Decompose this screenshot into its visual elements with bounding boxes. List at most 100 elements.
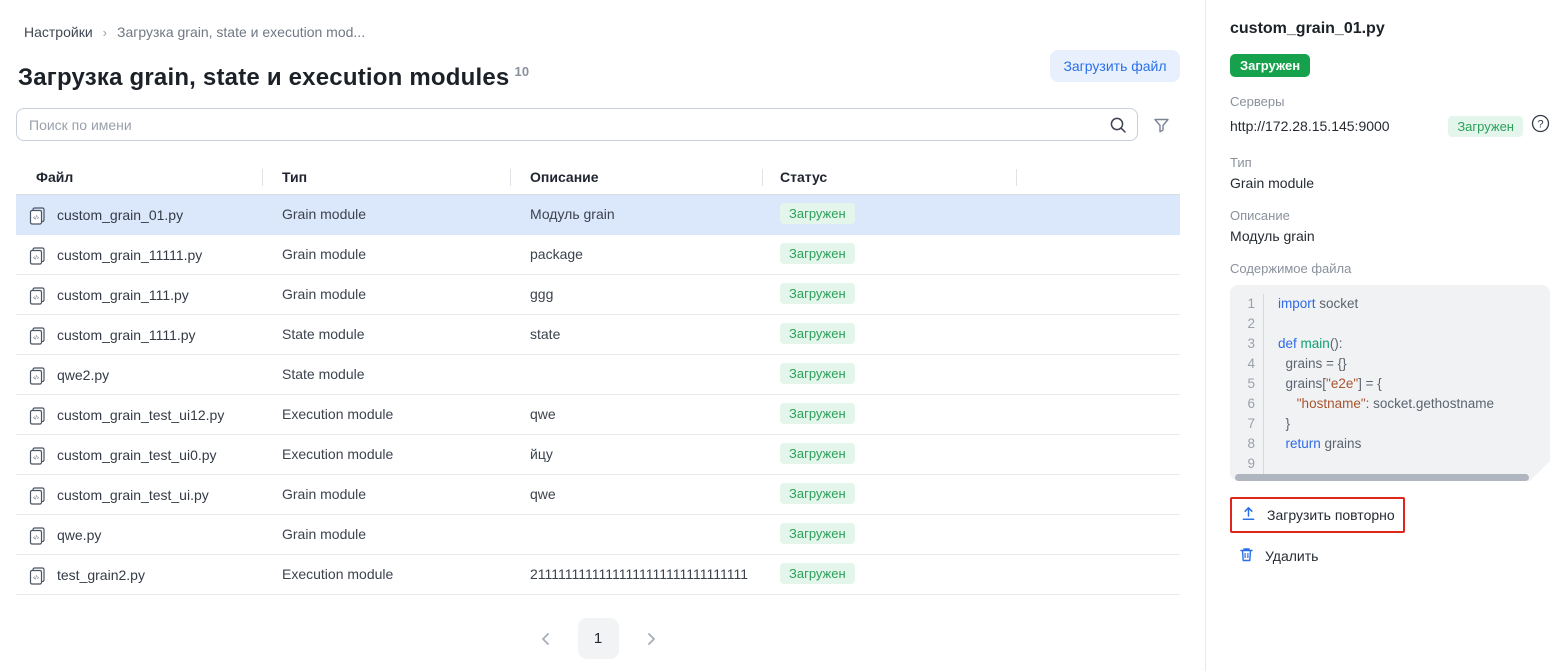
upload-file-button[interactable]: Загрузить файл (1050, 50, 1180, 82)
breadcrumb-settings[interactable]: Настройки (24, 24, 93, 40)
file-description: Модуль grain (530, 206, 615, 222)
column-divider (1016, 169, 1017, 186)
trash-icon (1238, 546, 1255, 566)
servers-label: Серверы (1230, 94, 1550, 109)
code-file-icon: ‹/› (28, 526, 47, 545)
code-text: "hostname": socket.gethostname (1264, 394, 1494, 414)
breadcrumb-current: Загрузка grain, state и execution mod... (117, 24, 365, 40)
delete-button[interactable]: Удалить (1230, 540, 1326, 572)
file-type: Grain module (282, 246, 366, 262)
search-bar (16, 108, 1138, 141)
code-file-icon: ‹/› (28, 566, 47, 585)
file-type: Grain module (282, 206, 366, 222)
reupload-button[interactable]: Загрузить повторно (1230, 497, 1405, 533)
code-horizontal-scrollbar[interactable] (1235, 474, 1529, 481)
file-name: custom_grain_111.py (57, 287, 189, 303)
file-name: custom_grain_test_ui.py (57, 487, 209, 503)
svg-text:‹/›: ‹/› (33, 534, 39, 541)
code-line: 6 "hostname": socket.gethostname (1230, 394, 1550, 414)
code-file-icon: ‹/› (28, 486, 47, 505)
status-badge: Загружен (780, 283, 855, 304)
svg-text:‹/›: ‹/› (33, 374, 39, 381)
svg-text:‹/›: ‹/› (33, 414, 39, 421)
code-line: 4 grains = {} (1230, 354, 1550, 374)
reupload-button-label: Загрузить повторно (1267, 507, 1395, 523)
table-row[interactable]: ‹/›custom_grain_111.pyGrain modulegggЗаг… (16, 275, 1180, 315)
status-badge: Загружен (780, 323, 855, 344)
search-icon[interactable] (1109, 116, 1127, 134)
line-number: 5 (1230, 374, 1264, 394)
table-header: Файл Тип Описание Статус (16, 160, 1180, 195)
code-file-icon: ‹/› (28, 206, 47, 225)
file-type: Grain module (282, 286, 366, 302)
svg-text:‹/›: ‹/› (33, 454, 39, 461)
table-row[interactable]: ‹/›custom_grain_1111.pyState modulestate… (16, 315, 1180, 355)
status-badge: Загружен (780, 563, 855, 584)
pagination-next-icon[interactable] (637, 625, 665, 653)
help-icon[interactable]: ? (1531, 114, 1550, 138)
type-label: Тип (1230, 155, 1550, 170)
code-line: 7 } (1230, 414, 1550, 434)
svg-text:‹/›: ‹/› (33, 214, 39, 221)
pagination-prev-icon[interactable] (532, 625, 560, 653)
code-text (1264, 314, 1278, 334)
status-badge: Загружен (780, 203, 855, 224)
description-label: Описание (1230, 208, 1550, 223)
column-divider (262, 169, 263, 186)
file-name: qwe2.py (57, 367, 109, 383)
line-number: 3 (1230, 334, 1264, 354)
server-url: http://172.28.15.145:9000 (1230, 118, 1448, 134)
table-row[interactable]: ‹/›custom_grain_test_ui12.pyExecution mo… (16, 395, 1180, 435)
table-row[interactable]: ‹/› custom_grain_01.py Grain module Модуль … (16, 195, 1180, 235)
code-lines: 1import socket23def main():4 grains = {}… (1230, 294, 1550, 474)
status-badge: Загружен (780, 443, 855, 464)
file-type: State module (282, 366, 365, 382)
status-badge: Загружен (780, 403, 855, 424)
status-badge: Загружен (780, 363, 855, 384)
breadcrumb-separator-icon: › (103, 25, 107, 40)
file-description: йцу (530, 446, 553, 462)
line-number: 2 (1230, 314, 1264, 334)
files-table: Файл Тип Описание Статус ‹/›custom_grain… (16, 160, 1180, 595)
table-row[interactable]: ‹/› qwe2.py State module Загружен (16, 355, 1180, 395)
code-text: grains = {} (1264, 354, 1347, 374)
file-description: 21111111111111111111111111111111 (530, 566, 748, 582)
line-number: 4 (1230, 354, 1264, 374)
file-type: Execution module (282, 446, 393, 462)
file-content-label: Содержимое файла (1230, 261, 1550, 276)
code-text: import socket (1264, 294, 1358, 314)
main-content: Настройки › Загрузка grain, state и exec… (0, 0, 1205, 671)
code-text (1264, 454, 1278, 474)
svg-text:‹/›: ‹/› (33, 254, 39, 261)
line-number: 1 (1230, 294, 1264, 314)
code-text: grains["e2e"] = { (1264, 374, 1382, 394)
table-row[interactable]: ‹/›test_grain2.pyExecution module2111111… (16, 555, 1180, 595)
table-row[interactable]: ‹/›custom_grain_test_ui0.pyExecution mod… (16, 435, 1180, 475)
server-row: http://172.28.15.145:9000 Загружен ? (1230, 114, 1550, 138)
file-name: custom_grain_11111.py (57, 247, 202, 263)
column-header-description: Описание (530, 169, 599, 185)
type-value: Grain module (1230, 175, 1550, 191)
status-badge: Загружен (780, 483, 855, 504)
file-description: package (530, 246, 583, 262)
search-input[interactable] (17, 117, 1109, 133)
pagination-page-1[interactable]: 1 (578, 618, 619, 659)
table-row[interactable]: ‹/›custom_grain_test_ui.pyGrain moduleqw… (16, 475, 1180, 515)
filter-funnel-icon[interactable] (1152, 115, 1171, 139)
file-content-code-viewer: 1import socket23def main():4 grains = {}… (1230, 285, 1550, 481)
file-description: qwe (530, 406, 556, 422)
file-type: Execution module (282, 566, 393, 582)
description-value: Модуль grain (1230, 228, 1550, 244)
status-badge: Загружен (780, 523, 855, 544)
file-name: custom_grain_test_ui12.py (57, 407, 224, 423)
server-status-badge: Загружен (1448, 116, 1523, 137)
column-header-file: Файл (36, 169, 73, 185)
code-file-icon: ‹/› (28, 326, 47, 345)
table-row[interactable]: ‹/› custom_grain_11111.py Grain module pack… (16, 235, 1180, 275)
delete-button-label: Удалить (1265, 548, 1318, 564)
svg-text:‹/›: ‹/› (33, 294, 39, 301)
table-row[interactable]: ‹/›qwe.pyGrain moduleЗагружен (16, 515, 1180, 555)
code-line: 1import socket (1230, 294, 1550, 314)
file-name: custom_grain_01.py (57, 207, 183, 223)
line-number: 8 (1230, 434, 1264, 454)
